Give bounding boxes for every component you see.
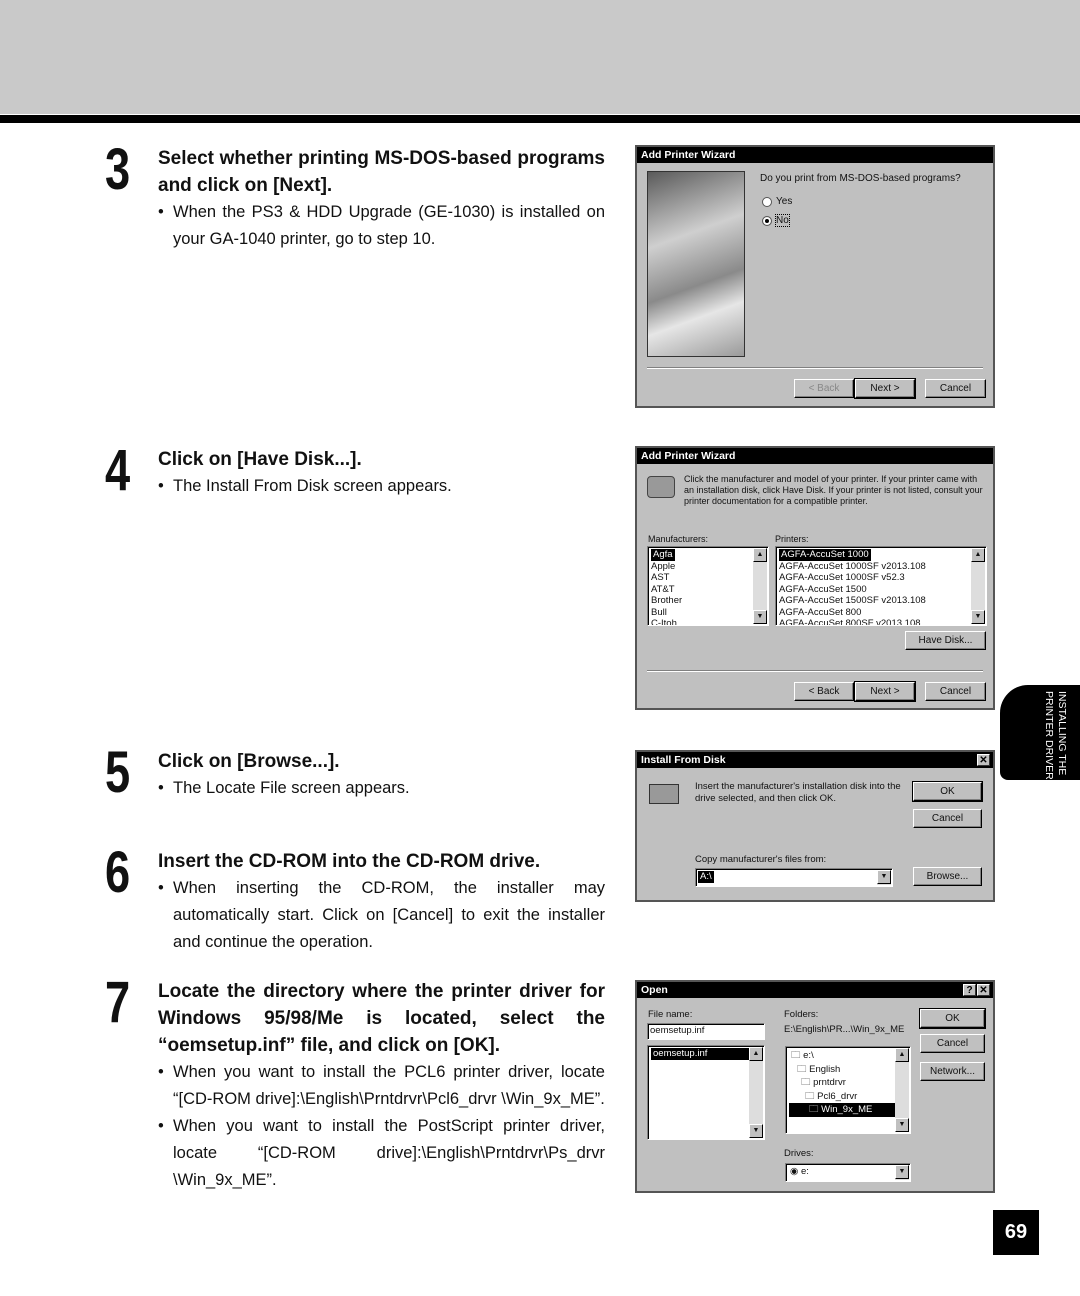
header-rule xyxy=(0,115,1080,123)
list-item[interactable]: C-Itoh xyxy=(651,618,765,625)
bullet: • The Install From Disk screen appears. xyxy=(158,477,452,495)
list-item[interactable]: AGFA-AccuSet 1000SF v2013.108 xyxy=(779,561,983,573)
chevron-down-icon: ▼ xyxy=(895,1165,909,1179)
drives-combobox[interactable]: ◉ e: ▼ xyxy=(785,1163,911,1182)
wizard-printer-image xyxy=(647,171,745,357)
list-item[interactable]: AGFA-AccuSet 1000 xyxy=(779,549,983,561)
step-3: 3 Select whether printing MS-DOS-based p… xyxy=(105,141,605,253)
folder-path: E:\English\PR...\Win_9x_ME xyxy=(784,1024,905,1035)
radio-no[interactable]: No xyxy=(762,214,790,227)
folders-tree[interactable]: 🗀 e:\ 🗀 English 🗀 prntdrvr 🗀 Pcl6_drvr 🗀… xyxy=(785,1046,911,1134)
printer-icon xyxy=(647,476,675,498)
next-button[interactable]: Next > xyxy=(854,681,916,702)
dialog-title: Add Printer Wizard xyxy=(637,448,993,464)
step-heading: Select whether printing MS-DOS-based pro… xyxy=(158,148,605,196)
instruction-text: Insert the manufacturer's installation d… xyxy=(695,781,901,804)
folders-label: Folders: xyxy=(784,1009,819,1020)
printers-list[interactable]: AGFA-AccuSet 1000 AGFA-AccuSet 1000SF v2… xyxy=(775,546,987,626)
step-heading: Click on [Browse...]. xyxy=(158,751,340,772)
file-name-input[interactable]: oemsetup.inf xyxy=(647,1023,765,1040)
step-heading: Insert the CD-ROM into the CD-ROM drive. xyxy=(158,851,541,872)
ok-button[interactable]: OK xyxy=(919,1008,986,1029)
files-list[interactable]: oemsetup.inf ▲ ▼ xyxy=(647,1045,765,1140)
cancel-button[interactable]: Cancel xyxy=(925,682,986,701)
step-number: 6 xyxy=(105,840,131,905)
open-file-dialog: Open? ✕ File name: oemsetup.inf oemsetup.… xyxy=(635,980,995,1193)
divider xyxy=(647,670,983,672)
step-number: 3 xyxy=(105,137,131,202)
bullet: • When you want to install the PCL6 print… xyxy=(158,1063,605,1108)
list-item[interactable]: Apple xyxy=(651,561,765,573)
bullet: • When inserting the CD-ROM, the installe… xyxy=(158,879,605,951)
list-item[interactable]: Brother xyxy=(651,595,765,607)
cd-drive-icon: ◉ xyxy=(790,1166,799,1177)
list-item[interactable]: AGFA-AccuSet 1500SF v2013.108 xyxy=(779,595,983,607)
step-number: 5 xyxy=(105,740,131,805)
step-heading: Click on [Have Disk...]. xyxy=(158,449,362,470)
intro-text: Click the manufacturer and model of your… xyxy=(684,474,983,506)
manufacturers-list[interactable]: Agfa Apple AST AT&T Brother Bull C-Itoh … xyxy=(647,546,769,626)
ok-button[interactable]: OK xyxy=(912,781,983,802)
dialog-title: Install From Disk ✕ xyxy=(637,752,993,768)
step-number: 7 xyxy=(105,970,131,1035)
step-4: 4 Click on [Have Disk...]. • The Install … xyxy=(105,442,605,500)
radio-yes[interactable]: Yes xyxy=(762,196,792,207)
have-disk-button[interactable]: Have Disk... xyxy=(905,631,986,650)
question-text: Do you print from MS-DOS-based programs? xyxy=(760,173,961,184)
disk-drive-icon xyxy=(649,784,679,804)
folder-item[interactable]: 🗀 Win_9x_ME xyxy=(789,1103,897,1117)
dialog-title: Open? ✕ xyxy=(637,982,993,998)
close-icon[interactable]: ✕ xyxy=(977,754,990,766)
network-button[interactable]: Network... xyxy=(920,1062,985,1081)
list-item[interactable]: oemsetup.inf xyxy=(651,1048,751,1060)
scrollbar[interactable]: ▲ ▼ xyxy=(753,548,767,624)
folder-item[interactable]: 🗀 English xyxy=(789,1063,907,1077)
list-item[interactable]: AGFA-AccuSet 800SF v2013.108 xyxy=(779,618,983,625)
add-printer-wizard-model-dialog: Add Printer Wizard Click the manufacture… xyxy=(635,446,995,710)
step-7: 7 Locate the directory where the printer… xyxy=(105,974,605,1194)
list-item[interactable]: AGFA-AccuSet 1500 xyxy=(779,584,983,596)
close-icon[interactable]: ✕ xyxy=(977,984,990,996)
bullet: • The Locate File screen appears. xyxy=(158,779,410,797)
list-item[interactable]: AGFA-AccuSet 1000SF v52.3 xyxy=(779,572,983,584)
install-from-disk-dialog: Install From Disk ✕ Insert the manufactur… xyxy=(635,750,995,902)
copy-from-label: Copy manufacturer's files from: xyxy=(695,854,827,865)
bullet: • When the PS3 & HDD Upgrade (GE-1030) is… xyxy=(158,203,605,248)
divider xyxy=(647,367,983,369)
list-item[interactable]: AST xyxy=(651,572,765,584)
scrollbar[interactable]: ▲ ▼ xyxy=(971,548,985,624)
list-item[interactable]: Bull xyxy=(651,607,765,619)
header-band xyxy=(0,0,1080,114)
add-printer-wizard-msdos-dialog: Add Printer Wizard Do you print from MS-… xyxy=(635,145,995,408)
chevron-down-icon: ▼ xyxy=(877,870,891,884)
back-button[interactable]: < Back xyxy=(794,682,854,701)
bullet: • When you want to install the PostScript… xyxy=(158,1117,605,1189)
folder-item[interactable]: 🗀 e:\ xyxy=(789,1049,907,1063)
page-number: 69 xyxy=(993,1210,1039,1255)
help-icon[interactable]: ? xyxy=(963,984,976,996)
next-button[interactable]: Next > xyxy=(854,378,916,399)
copy-from-combobox[interactable]: A:\ ▼ xyxy=(695,868,893,887)
file-name-label: File name: xyxy=(648,1009,693,1020)
browse-button[interactable]: Browse... xyxy=(913,867,982,886)
step-heading: Locate the directory where the printer d… xyxy=(158,981,605,1056)
cancel-button[interactable]: Cancel xyxy=(913,809,982,828)
section-tab: INSTALLING THE PRINTER DRIVER xyxy=(1000,685,1080,780)
back-button[interactable]: < Back xyxy=(794,379,854,398)
list-item[interactable]: Agfa xyxy=(651,549,765,561)
cancel-button[interactable]: Cancel xyxy=(925,379,986,398)
step-5: 5 Click on [Browse...]. • The Locate File… xyxy=(105,744,605,802)
cancel-button[interactable]: Cancel xyxy=(920,1034,985,1053)
printers-label: Printers: xyxy=(775,534,809,544)
step-6: 6 Insert the CD-ROM into the CD-ROM driv… xyxy=(105,844,605,956)
folder-item[interactable]: 🗀 Pcl6_drvr xyxy=(789,1090,907,1104)
drives-label: Drives: xyxy=(784,1148,814,1159)
manufacturers-label: Manufacturers: xyxy=(648,534,709,544)
dialog-title: Add Printer Wizard xyxy=(637,147,993,163)
list-item[interactable]: AT&T xyxy=(651,584,765,596)
folder-item[interactable]: 🗀 prntdrvr xyxy=(789,1076,907,1090)
step-number: 4 xyxy=(105,438,131,503)
list-item[interactable]: AGFA-AccuSet 800 xyxy=(779,607,983,619)
